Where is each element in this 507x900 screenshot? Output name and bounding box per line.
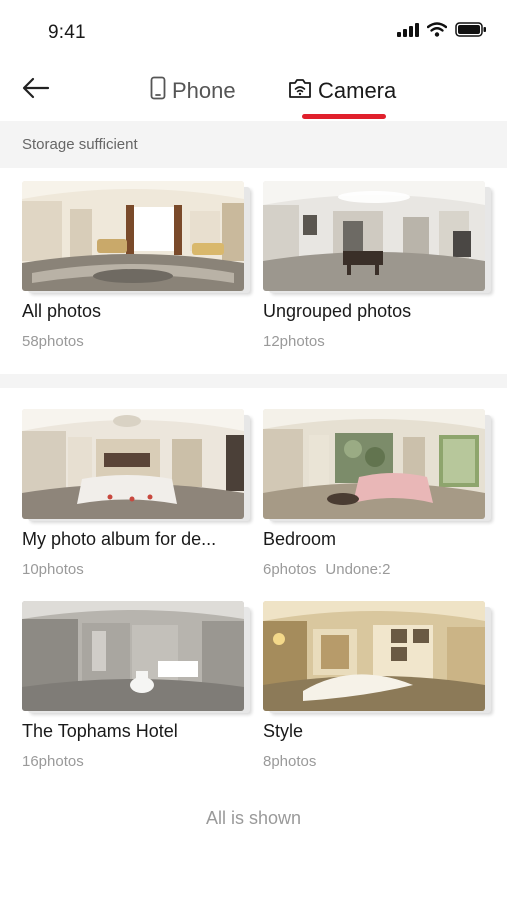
back-arrow-icon: [22, 77, 50, 104]
album-card-ungrouped-photos[interactable]: Ungrouped photos 12photos: [263, 181, 491, 350]
album-card-the-tophams-hotel[interactable]: The Tophams Hotel 16photos: [22, 601, 250, 770]
album-thumbnail: [263, 409, 491, 521]
album-card-style[interactable]: Style 8photos: [263, 601, 491, 770]
panorama-living-room-image: [22, 181, 244, 291]
tab-camera[interactable]: Camera: [288, 76, 396, 106]
panorama-bathroom-image: [22, 601, 244, 711]
storage-banner: Storage sufficient: [0, 121, 507, 168]
phone-icon: [150, 76, 166, 106]
album-title: All photos: [22, 301, 102, 321]
album-photo-count: 12photos: [263, 333, 325, 350]
album-title: The Tophams Hotel: [22, 721, 178, 741]
panorama-green-bedroom-image: [263, 409, 485, 519]
tab-phone[interactable]: Phone: [150, 76, 236, 106]
tab-phone-label: Phone: [172, 78, 236, 103]
cellular-signal-icon: [397, 22, 419, 42]
album-title: Bedroom: [263, 529, 337, 549]
album-title: Ungrouped photos: [263, 301, 412, 321]
album-photo-count: 8photos: [263, 753, 317, 770]
album-photo-count: 16photos: [22, 753, 84, 770]
album-thumbnail: [22, 409, 250, 521]
album-card-all-photos[interactable]: All photos 58photos: [22, 181, 250, 350]
album-photo-count: 10photos: [22, 561, 84, 578]
panorama-styled-room-image: [263, 601, 485, 711]
end-of-list-text: All is shown: [205, 808, 302, 828]
panorama-dining-room-image: [263, 181, 485, 291]
section-divider: [0, 374, 507, 388]
album-card-bedroom[interactable]: Bedroom 6photos Undone:2: [263, 409, 491, 578]
album-thumbnail: [22, 601, 250, 713]
album-thumbnail: [263, 181, 491, 293]
status-bar: 9:41: [0, 0, 507, 64]
back-button[interactable]: [18, 74, 54, 106]
status-time: 9:41: [48, 22, 86, 43]
album-card-my-photo-album[interactable]: My photo album for de... 10photos: [22, 409, 250, 578]
album-photo-count: 58photos: [22, 333, 84, 350]
panorama-master-bedroom-image: [22, 409, 244, 519]
tab-camera-label: Camera: [318, 78, 397, 103]
nav-bar: Phone Camera: [0, 64, 507, 120]
storage-status-text: Storage sufficient: [22, 136, 138, 153]
status-icons: [397, 22, 487, 42]
battery-icon: [455, 22, 487, 42]
album-title: Style: [263, 721, 304, 741]
active-tab-indicator: [302, 114, 386, 119]
album-title: My photo album for de...: [22, 529, 217, 549]
wifi-icon: [426, 22, 448, 42]
album-photo-count: 6photos Undone:2: [263, 561, 391, 578]
album-undone-count: Undone:2: [325, 561, 391, 578]
album-thumbnail: [263, 601, 491, 713]
album-thumbnail: [22, 181, 250, 293]
camera-icon: [288, 77, 312, 105]
